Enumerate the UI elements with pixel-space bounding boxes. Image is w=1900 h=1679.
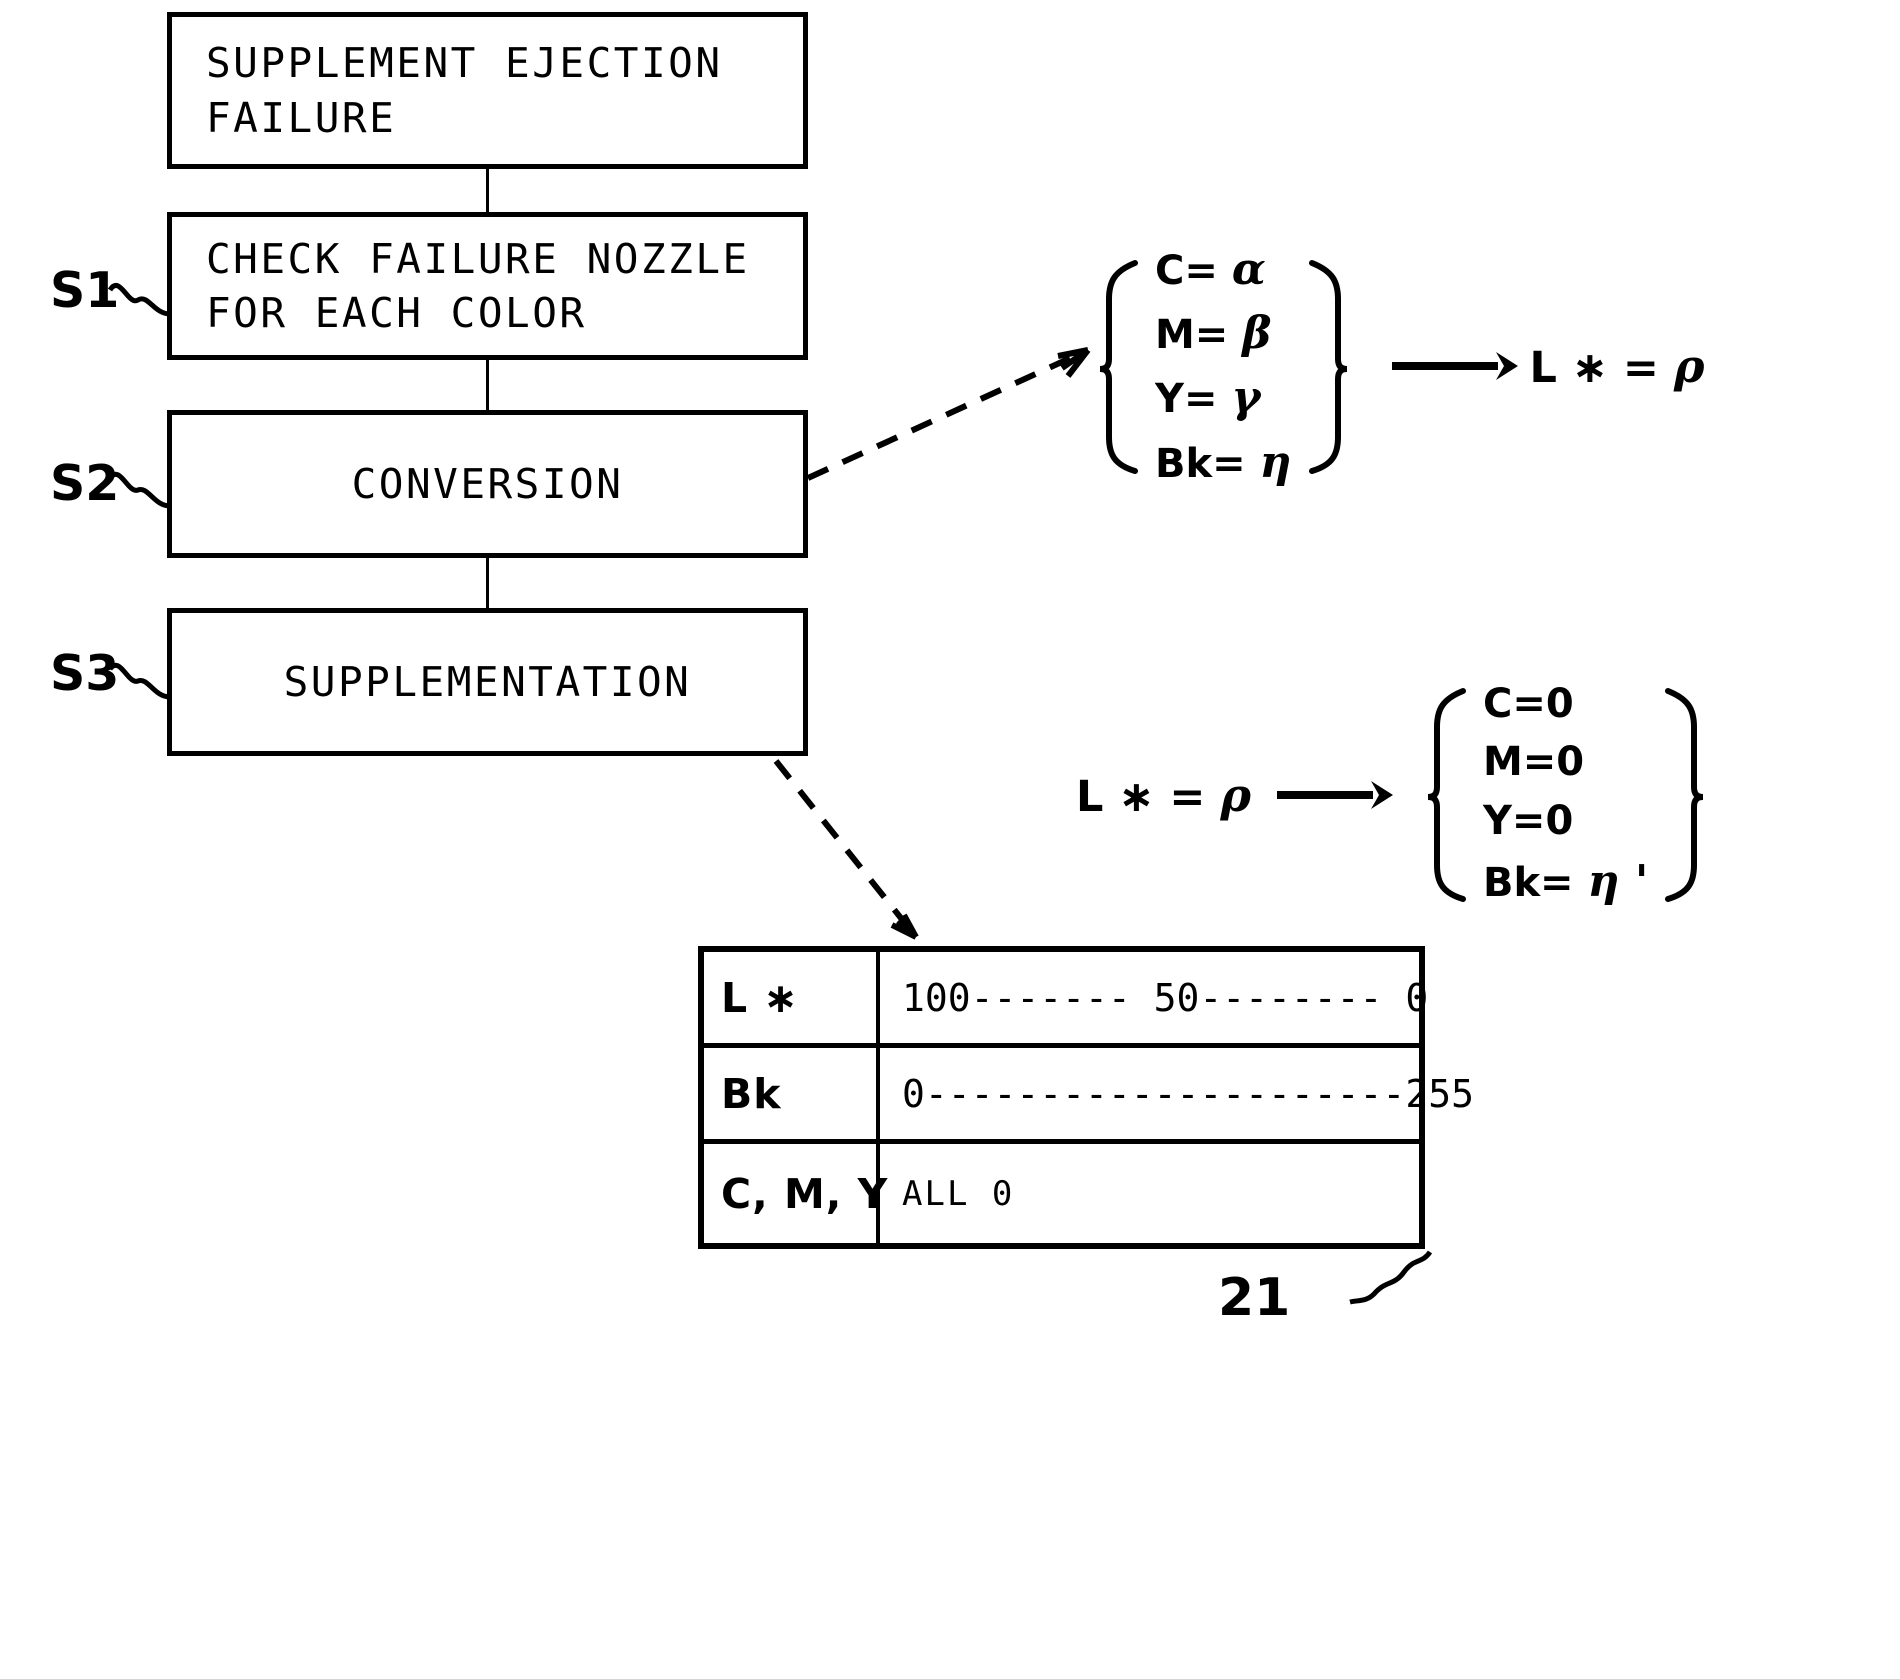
- flow-box-header-label: SUPPLEMENT EJECTION FAILURE: [206, 39, 723, 142]
- flow-box-conversion: CONVERSION: [167, 410, 808, 558]
- flow-box-s1-label: CHECK FAILURE NOZZLE FOR EACH COLOR: [206, 234, 750, 337]
- formula-supplementation-source: L ∗ = ρ: [1076, 767, 1251, 822]
- table-row: C, M, Y ALL 0: [704, 1144, 1419, 1243]
- left-curly-brace-icon: [1099, 259, 1138, 474]
- dashed-leader-supplementation-to-table: [773, 759, 919, 940]
- reference-number-21: 21: [1218, 1268, 1291, 1328]
- table-cell-value-lstar: 100------- 50-------- 0: [902, 975, 1429, 1020]
- table-cell-value-bk: 0---------------------255: [902, 1071, 1474, 1116]
- brace-right-supplementation: [1664, 687, 1708, 903]
- leader-squiggle-s2: [108, 472, 171, 509]
- flow-box-supplementation: SUPPLEMENTATION: [167, 608, 808, 756]
- brace-right-conversion: [1308, 259, 1352, 474]
- leader-squiggle-s1: [108, 283, 171, 317]
- brace-left-conversion: [1095, 259, 1139, 474]
- right-curly-brace-icon: [1665, 688, 1704, 903]
- arrow-right-icon-supplementation: [1276, 780, 1393, 809]
- flow-box-s3-label: SUPPLEMENTATION: [283, 657, 692, 706]
- formula-row-m: M= β: [1155, 308, 1272, 360]
- formula-row-bk: Bk= η ': [1482, 856, 1649, 908]
- brace-left-supplementation: [1423, 687, 1467, 903]
- table-cell-key-lstar: L ∗: [704, 952, 880, 1043]
- formula-row-m: M=0: [1482, 739, 1585, 786]
- arrow-right-icon-conversion: [1391, 352, 1518, 381]
- connector-s1-to-s2: [486, 360, 489, 410]
- formula-row-y: Y=0: [1482, 797, 1574, 844]
- connector-s2-to-s3: [486, 558, 489, 608]
- formula-row-bk: Bk= η: [1155, 436, 1292, 488]
- connector-header-to-s1: [486, 169, 489, 212]
- formula-conversion-rows: C= α M= β Y= γ Bk= η: [1139, 238, 1308, 495]
- flow-box-s2-label: CONVERSION: [351, 459, 624, 508]
- formula-conversion-block: C= α M= β Y= γ Bk= η L ∗ = ρ: [1095, 238, 1705, 495]
- table-row: L ∗ 100------- 50-------- 0: [704, 952, 1428, 1048]
- table-cell-key-bk: Bk: [704, 1048, 880, 1139]
- formula-row-c: C= α: [1155, 244, 1266, 295]
- dashed-leader-conversion-to-formula: [806, 347, 1091, 481]
- formula-row-y: Y= γ: [1155, 372, 1261, 424]
- table-cell-key-cmy: C, M, Y: [704, 1144, 887, 1243]
- patent-figure-canvas: SUPPLEMENT EJECTION FAILURE CHECK FAILUR…: [0, 0, 1900, 1679]
- table-cell-value-cmy: ALL 0: [902, 1173, 1015, 1214]
- table-row: Bk 0---------------------255: [704, 1048, 1474, 1144]
- formula-supplementation-block: L ∗ = ρ C=0 M=0 Y=0 Bk= η ': [1076, 675, 1708, 914]
- left-curly-brace-icon: [1427, 688, 1466, 903]
- formula-row-c: C=0: [1482, 681, 1574, 727]
- flow-box-check-failure-nozzle: CHECK FAILURE NOZZLE FOR EACH COLOR: [167, 212, 808, 360]
- formula-conversion-result: L ∗ = ρ: [1529, 339, 1705, 394]
- right-curly-brace-icon: [1308, 259, 1347, 474]
- leader-squiggle-s3: [108, 663, 171, 700]
- leader-squiggle-ref-21: [1349, 1250, 1433, 1305]
- formula-supplementation-rows: C=0 M=0 Y=0 Bk= η ': [1467, 675, 1664, 914]
- flow-box-supplement-ejection-failure: SUPPLEMENT EJECTION FAILURE: [167, 12, 808, 169]
- color-conversion-table: L ∗ 100------- 50-------- 0 Bk 0--------…: [698, 946, 1474, 1249]
